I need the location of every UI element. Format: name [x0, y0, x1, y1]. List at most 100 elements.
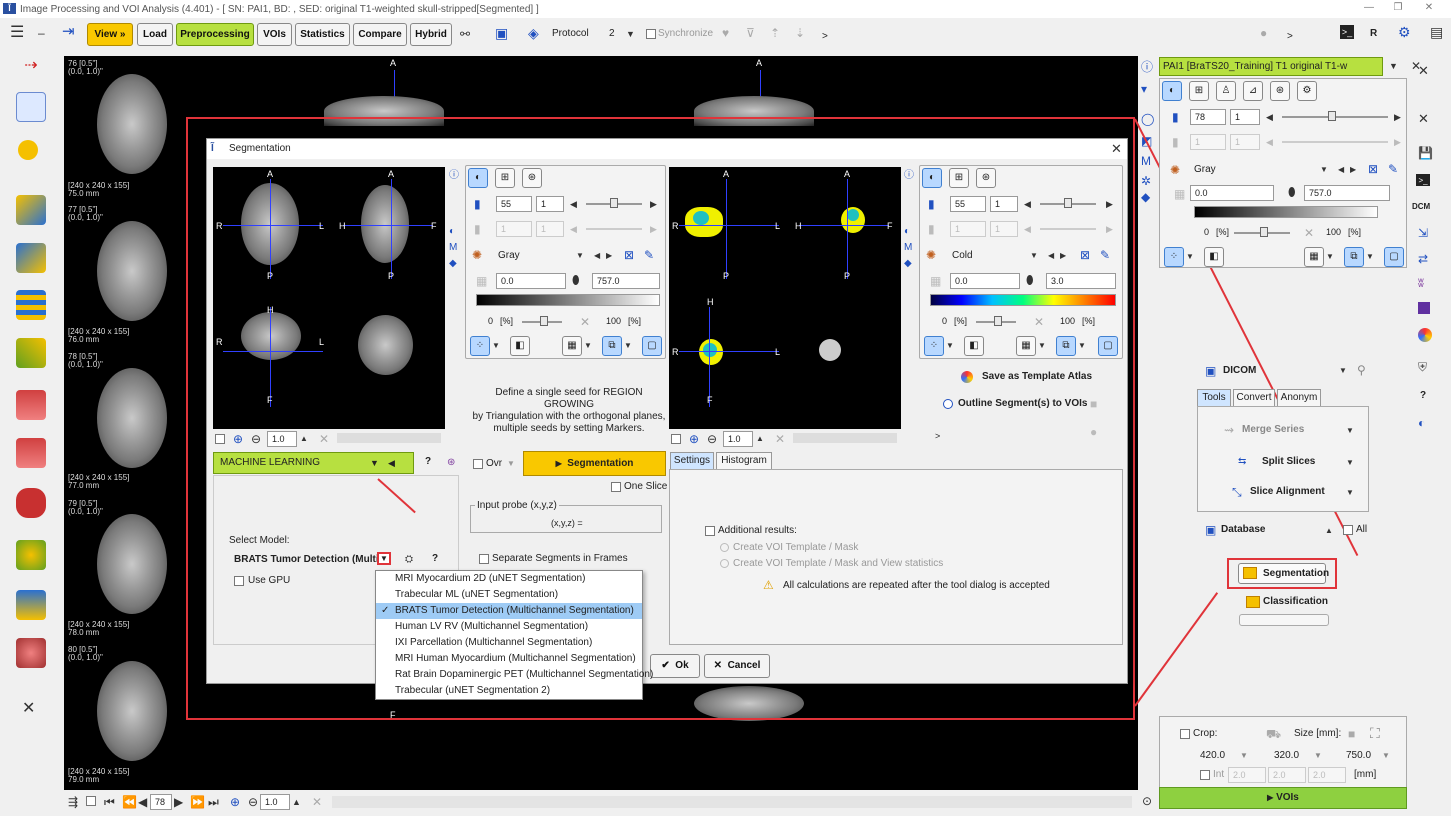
- chart-tool-icon[interactable]: [16, 590, 46, 620]
- left-contrast-icon[interactable]: ◐: [449, 225, 455, 239]
- rp-contrast-tab[interactable]: ◐: [1162, 81, 1182, 101]
- right-compare-button[interactable]: ◧: [964, 336, 984, 356]
- right-slice-thumb[interactable]: [1064, 198, 1072, 208]
- right-pct-thumb[interactable]: [994, 316, 1002, 326]
- molecule-icon[interactable]: [16, 338, 46, 368]
- right-frame-slider[interactable]: [1040, 228, 1096, 230]
- int-x-input[interactable]: 2.0: [1228, 767, 1266, 783]
- right-step-input[interactable]: 1: [990, 196, 1018, 212]
- step-back-icon[interactable]: ◀: [138, 795, 147, 809]
- slice-alignment-button[interactable]: Slice Alignment: [1250, 486, 1325, 497]
- synchronize-checkbox[interactable]: [646, 29, 656, 39]
- left-grid-dropdown-icon[interactable]: ▼: [584, 339, 592, 353]
- right-pane-reset-icon[interactable]: ✕: [775, 432, 785, 446]
- method-help[interactable]: ?: [425, 456, 431, 467]
- left-tools-button[interactable]: ⁘: [470, 336, 490, 356]
- filter-icon[interactable]: ⊽: [746, 26, 755, 40]
- right-cold-colorbar[interactable]: [930, 294, 1116, 306]
- right-frame-input[interactable]: 1: [950, 221, 986, 237]
- pet-heart-icon[interactable]: [16, 390, 46, 420]
- right-pane-zoom-input[interactable]: 1.0: [723, 431, 753, 447]
- method-select[interactable]: MACHINE LEARNING ▼ ◀: [213, 452, 414, 474]
- left-step-input[interactable]: 1: [536, 196, 564, 212]
- rp-lut-name[interactable]: Gray: [1194, 164, 1216, 175]
- fr-help[interactable]: ?: [1420, 390, 1426, 401]
- right-3d-tab[interactable]: ⊛: [976, 168, 996, 188]
- tab-anonym[interactable]: Anonym: [1277, 389, 1321, 406]
- dropdown-item[interactable]: Trabecular ML (uNET Segmentation): [376, 587, 642, 603]
- toolbar-more-right[interactable]: >: [1287, 31, 1293, 42]
- gear-small-icon[interactable]: ✲: [1141, 174, 1151, 188]
- fr-dcm-label[interactable]: DCM: [1412, 202, 1430, 211]
- rp-max-input[interactable]: 757.0: [1304, 185, 1390, 201]
- last-frame-icon[interactable]: ⏭: [208, 795, 219, 809]
- right-tools-button[interactable]: ⁘: [924, 336, 944, 356]
- dropdown-item-selected[interactable]: ✓ BRATS Tumor Detection (Multichannel Seg…: [376, 603, 642, 619]
- layers-icon[interactable]: [16, 290, 46, 320]
- left-max-input[interactable]: 757.0: [592, 273, 660, 289]
- step-forward-icon[interactable]: ▶: [174, 795, 183, 809]
- size-y[interactable]: 320.0: [1274, 750, 1299, 761]
- left-target-icon[interactable]: ◆: [449, 257, 457, 271]
- rp-frame-prev-icon[interactable]: ◀: [1266, 135, 1273, 149]
- tab-settings[interactable]: Settings: [670, 452, 714, 469]
- left-lut-edit-icon[interactable]: ✎: [644, 248, 654, 262]
- rp-min-input[interactable]: 0.0: [1190, 185, 1274, 201]
- zoom-input[interactable]: 1.0: [260, 794, 290, 810]
- rp-person-tab[interactable]: ♙: [1216, 81, 1236, 101]
- right-lut-next-icon[interactable]: ▶: [1060, 249, 1066, 263]
- one-slice-checkbox[interactable]: [611, 482, 621, 492]
- left-pct-thumb[interactable]: [540, 316, 548, 326]
- dropdown-item[interactable]: Rat Brain Dopaminergic PET (Multichannel…: [376, 667, 653, 683]
- fr-terminal-icon[interactable]: >_: [1416, 174, 1430, 186]
- left-tools-dropdown-icon[interactable]: ▼: [492, 339, 500, 353]
- right-target-icon[interactable]: ◆: [904, 257, 912, 271]
- separate-segments-checkbox[interactable]: [479, 554, 489, 564]
- rp-3d-tab[interactable]: ⊛: [1270, 81, 1290, 101]
- int-y-input[interactable]: 2.0: [1268, 767, 1306, 783]
- size-z[interactable]: 750.0: [1346, 750, 1371, 761]
- ovr-dropdown-icon[interactable]: ▼: [507, 457, 515, 471]
- size-z-dropdown-icon[interactable]: ▼: [1382, 749, 1390, 763]
- rp-frame-slider[interactable]: [1282, 141, 1388, 143]
- upload-icon[interactable]: ⇡: [770, 26, 780, 40]
- first-frame-icon[interactable]: ⏮: [104, 795, 115, 809]
- outline-radio[interactable]: [943, 399, 953, 409]
- left-frame-next-icon[interactable]: ▶: [650, 222, 657, 236]
- r-label[interactable]: R: [1370, 28, 1377, 39]
- crop-frame-icon[interactable]: ⛶: [1370, 726, 1380, 740]
- puzzle-icon[interactable]: [16, 243, 46, 273]
- rp-layout-dropdown-icon[interactable]: ▼: [1366, 250, 1374, 264]
- right-m-icon[interactable]: M: [904, 241, 912, 255]
- stop-icon[interactable]: ●: [1260, 26, 1267, 40]
- layout-dropdown-icon[interactable]: ▼: [626, 27, 635, 41]
- rp-pct-thumb[interactable]: [1260, 227, 1268, 237]
- dialog-close-icon[interactable]: ✕: [1111, 142, 1122, 156]
- align-dropdown-icon[interactable]: ▼: [1346, 486, 1354, 500]
- opt2-radio[interactable]: [720, 559, 729, 568]
- cursor-tool-icon[interactable]: [16, 195, 46, 225]
- left-pane-reset-icon[interactable]: ✕: [319, 432, 329, 446]
- rp-gear-tab[interactable]: ⚙: [1297, 81, 1317, 101]
- left-slice-input[interactable]: 55: [496, 196, 532, 212]
- right-pane-zoom-up-icon[interactable]: ▲: [756, 432, 764, 446]
- right-pane-zoom-in-icon[interactable]: ⊕: [689, 432, 699, 446]
- rp-step-input[interactable]: 1: [1230, 109, 1260, 125]
- dropdown-item[interactable]: Human LV RV (Multichannel Segmentation): [376, 619, 642, 635]
- series-selector[interactable]: PAI1 [BraTS20_Training] T1 original T1-w: [1159, 57, 1383, 76]
- rp-lut-invert-icon[interactable]: ⊠: [1368, 162, 1378, 176]
- left-pane-scrollbar[interactable]: [337, 433, 441, 443]
- left-pane-zoom-out-icon[interactable]: ⊖: [251, 432, 261, 446]
- ovr-checkbox[interactable]: [473, 459, 483, 469]
- rp-slice-input[interactable]: 78: [1190, 109, 1226, 125]
- right-pane-sync-checkbox[interactable]: [671, 434, 681, 444]
- layout-count[interactable]: 2: [609, 28, 615, 39]
- help-tool-icon[interactable]: ⚙: [1398, 25, 1411, 39]
- fr-w-icon[interactable]: ʬ: [1418, 276, 1424, 290]
- size-lock-icon[interactable]: ■: [1348, 727, 1355, 741]
- fr-box-icon[interactable]: [1418, 302, 1430, 314]
- segmentation-tool-button[interactable]: Segmentation: [1238, 563, 1329, 584]
- close-panel-icon[interactable]: ✕: [22, 701, 35, 717]
- ok-button[interactable]: ✔ Ok: [650, 654, 700, 678]
- model-help[interactable]: ?: [432, 553, 438, 564]
